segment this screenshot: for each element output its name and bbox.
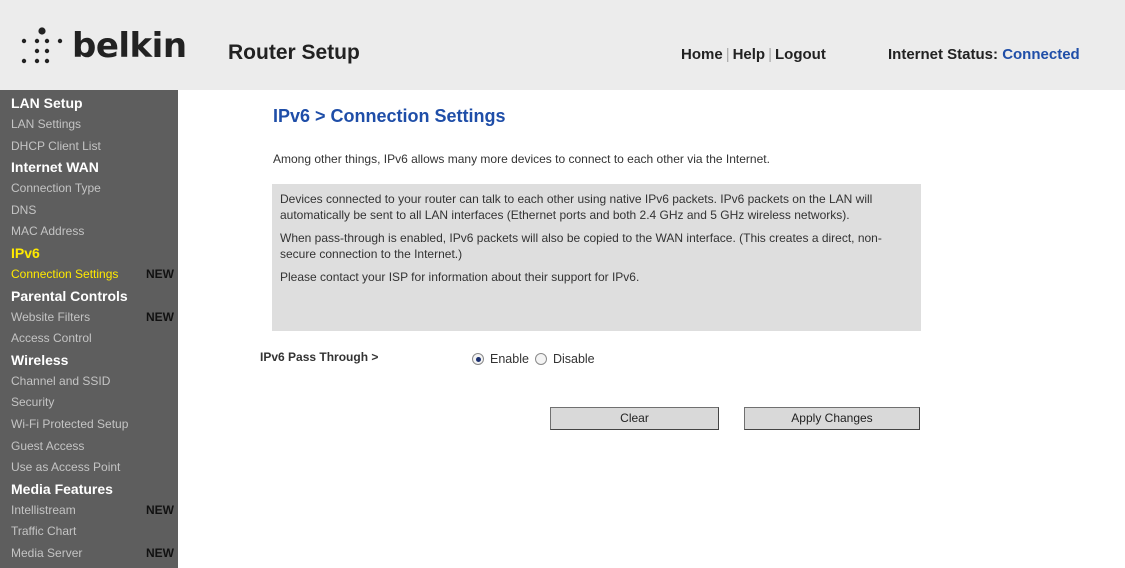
sidebar-item-traffic-chart[interactable]: Traffic Chart bbox=[0, 521, 178, 543]
sidebar-item-label: Connection Type bbox=[11, 181, 101, 196]
top-nav: Home | Help | Logout bbox=[681, 46, 826, 63]
sidebar-item-dhcp-client-list[interactable]: DHCP Client List bbox=[0, 136, 178, 158]
sidebar-item-label: MAC Address bbox=[11, 224, 85, 239]
header: belkin Router Setup Home | Help | Logout Int… bbox=[0, 0, 1125, 90]
new-badge: NEW bbox=[146, 545, 174, 560]
sidebar-item-label: Connection Settings bbox=[11, 266, 119, 281]
internet-status-label: Internet Status: bbox=[888, 46, 999, 63]
info-paragraph: When pass-through is enabled, IPv6 packe… bbox=[280, 231, 882, 261]
new-badge: NEW bbox=[146, 309, 174, 324]
sidebar-heading-media-features[interactable]: Media Features bbox=[0, 479, 178, 500]
sidebar-item-mac-address[interactable]: MAC Address bbox=[0, 221, 178, 243]
sidebar-item-lan-settings[interactable]: LAN Settings bbox=[0, 114, 178, 136]
page-title: IPv6 > Connection Settings bbox=[273, 106, 506, 126]
sidebar-item-wifi-protected-setup[interactable]: Wi-Fi Protected Setup bbox=[0, 414, 178, 436]
sidebar-item-guest-access[interactable]: Guest Access bbox=[0, 436, 178, 458]
sidebar-item-label: Traffic Chart bbox=[11, 524, 77, 539]
disable-radio-label[interactable]: Disable bbox=[553, 352, 595, 366]
info-paragraph: Devices connected to your router can tal… bbox=[280, 192, 873, 222]
sidebar-item-website-filters[interactable]: Website Filters NEW bbox=[0, 307, 178, 329]
enable-radio-label[interactable]: Enable bbox=[490, 352, 529, 366]
home-link[interactable]: Home bbox=[681, 46, 723, 63]
sidebar-item-connection-type[interactable]: Connection Type bbox=[0, 178, 178, 200]
new-badge: NEW bbox=[146, 266, 174, 281]
nav-separator: | bbox=[768, 46, 773, 63]
new-badge: NEW bbox=[146, 502, 174, 517]
sidebar-item-label: Intellistream bbox=[11, 502, 76, 517]
internet-status: Internet Status: Connected bbox=[888, 46, 1080, 63]
sidebar-item-label: Use as Access Point bbox=[11, 460, 121, 475]
sidebar-item-label: LAN Settings bbox=[11, 117, 82, 131]
sidebar-item-label: Security bbox=[11, 395, 55, 410]
sidebar-item-dns[interactable]: DNS bbox=[0, 200, 178, 222]
main-content: IPv6 > Connection Settings Among other t… bbox=[178, 90, 1125, 568]
help-link[interactable]: Help bbox=[733, 46, 766, 63]
info-box: Devices connected to your router can tal… bbox=[272, 184, 921, 331]
sidebar-item-label: Media Server bbox=[11, 545, 83, 560]
nav-separator: | bbox=[725, 46, 730, 63]
sidebar-item-label: Website Filters bbox=[11, 309, 91, 324]
disable-radio[interactable] bbox=[534, 353, 547, 365]
sidebar-item-label: Channel and SSID bbox=[11, 373, 111, 388]
pass-through-radio-group: Enable Disable bbox=[472, 352, 601, 366]
sidebar-heading-lan-setup[interactable]: LAN Setup bbox=[0, 93, 178, 114]
sidebar-item-access-control[interactable]: Access Control bbox=[0, 328, 178, 350]
belkin-dots-icon bbox=[21, 27, 63, 64]
sidebar-heading-ipv6[interactable]: IPv6 bbox=[0, 243, 178, 264]
logout-link[interactable]: Logout bbox=[775, 46, 826, 63]
sidebar-item-label: Guest Access bbox=[11, 438, 85, 453]
sidebar: LAN Setup LAN Settings DHCP Client List … bbox=[0, 90, 178, 568]
sidebar-heading-parental-controls[interactable]: Parental Controls bbox=[0, 286, 178, 307]
sidebar-item-label: DHCP Client List bbox=[11, 138, 101, 153]
info-paragraph: Please contact your ISP for information … bbox=[280, 270, 640, 284]
sidebar-item-label: DNS bbox=[11, 202, 37, 217]
sidebar-item-intellistream[interactable]: Intellistream NEW bbox=[0, 500, 178, 522]
sidebar-item-channel-and-ssid[interactable]: Channel and SSID bbox=[0, 371, 178, 393]
app-title: Router Setup bbox=[228, 41, 360, 64]
sidebar-item-label: Wi-Fi Protected Setup bbox=[11, 416, 129, 431]
pass-through-label: IPv6 Pass Through > bbox=[260, 350, 379, 364]
sidebar-item-security[interactable]: Security bbox=[0, 392, 178, 414]
sidebar-heading-wireless[interactable]: Wireless bbox=[0, 350, 178, 371]
sidebar-item-media-server[interactable]: Media Server NEW bbox=[0, 543, 178, 565]
sidebar-item-label: Access Control bbox=[11, 331, 92, 346]
sidebar-item-use-as-access-point[interactable]: Use as Access Point bbox=[0, 457, 178, 479]
logo-text: belkin bbox=[72, 26, 187, 66]
apply-changes-button[interactable]: Apply Changes bbox=[744, 407, 920, 430]
enable-radio[interactable] bbox=[472, 353, 484, 365]
clear-button[interactable]: Clear bbox=[550, 407, 719, 430]
sidebar-heading-internet-wan[interactable]: Internet WAN bbox=[0, 157, 178, 178]
internet-status-value: Connected bbox=[1002, 46, 1080, 63]
intro-text: Among other things, IPv6 allows many mor… bbox=[273, 152, 770, 166]
belkin-logo[interactable]: belkin bbox=[18, 20, 188, 72]
sidebar-item-connection-settings[interactable]: Connection Settings NEW bbox=[0, 264, 178, 286]
